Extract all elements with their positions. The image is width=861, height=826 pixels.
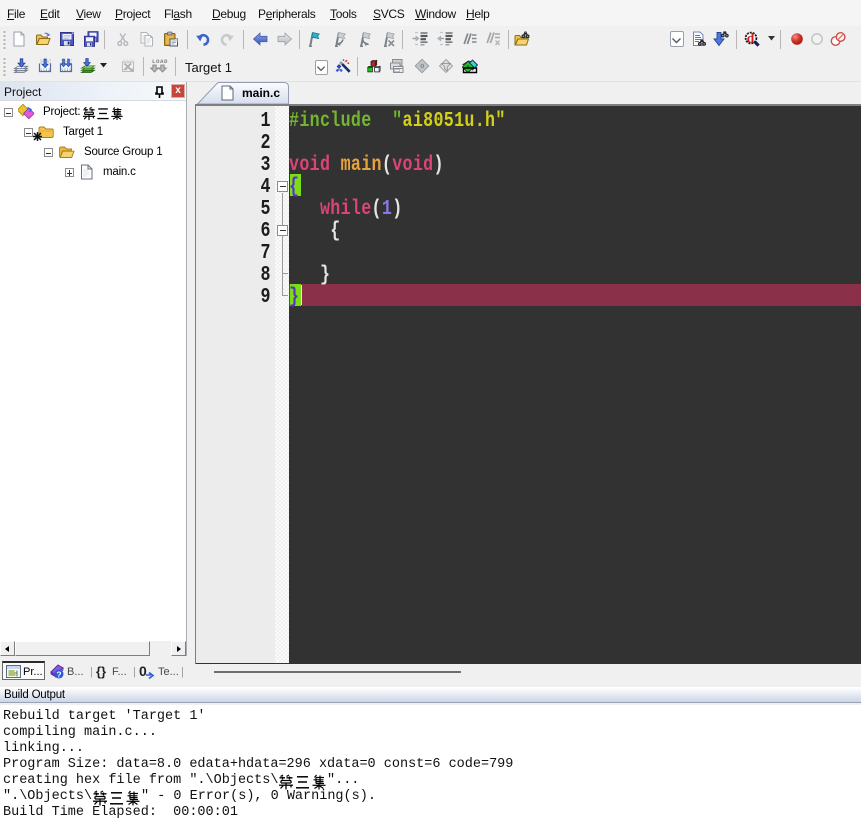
- svg-text:?: ?: [56, 670, 61, 680]
- svg-text:d: d: [747, 31, 755, 46]
- svg-text:LOAD: LOAD: [152, 58, 168, 65]
